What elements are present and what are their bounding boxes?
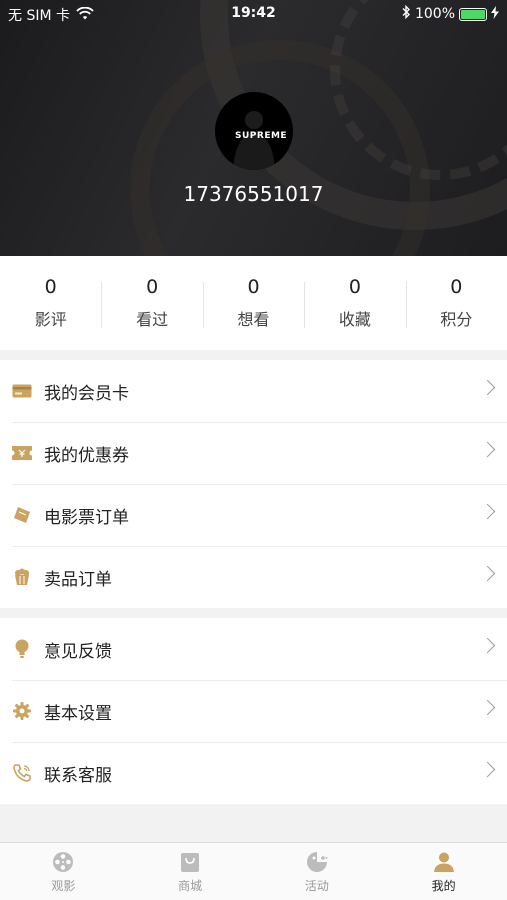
gear-icon [12,701,32,721]
menu-item-label: 意见反馈 [44,641,112,662]
stat-points[interactable]: 0 积分 [405,256,507,350]
bulb-icon [12,639,32,659]
chevron-right-icon [479,699,496,716]
menu-item-label: 卖品订单 [44,569,112,590]
menu-item-label: 联系客服 [44,765,112,786]
chevron-right-icon [479,637,496,654]
shopping-bag-icon [178,850,202,874]
stat-want-to-watch[interactable]: 0 想看 [202,256,304,350]
battery-percent: 100% [414,6,455,22]
stat-reviews[interactable]: 0 影评 [0,256,101,350]
menu-item-feedback[interactable]: 意见反馈 [0,618,507,680]
tab-mine[interactable]: 我的 [380,843,507,900]
stat-label: 影评 [34,310,67,329]
film-reel-icon [51,850,75,874]
user-phone: 17376551017 [183,182,324,206]
bluetooth-icon [401,4,411,23]
tab-bar: 观影 商城 活动 我的 [0,842,507,900]
popcorn-icon [12,567,32,587]
tab-activities[interactable]: 活动 [254,843,381,900]
menu-item-membership-card[interactable]: 我的会员卡 [0,360,507,422]
chevron-right-icon [479,761,496,778]
menu-item-label: 基本设置 [44,703,112,724]
menu-item-label: 电影票订单 [44,507,129,528]
tab-label: 我的 [431,878,456,893]
menu-group-orders: 我的会员卡 我的优惠券 电影票订单 卖品订单 [0,360,507,608]
tab-label: 观影 [51,878,76,893]
status-right: 100% [401,4,499,23]
card-icon [12,381,32,401]
tab-label: 活动 [304,878,329,893]
stats-bar: 0 影评 0 看过 0 想看 0 收藏 0 积分 [0,256,507,350]
stat-value: 0 [450,276,463,298]
profile-header: 无 SIM 卡 19:42 100% SUPREME 17376551017 [0,0,507,256]
stat-label: 看过 [136,310,169,329]
activity-icon [305,850,329,874]
chevron-right-icon [479,379,496,396]
stat-watched[interactable]: 0 看过 [101,256,202,350]
menu-item-settings[interactable]: 基本设置 [0,680,507,742]
avatar[interactable]: SUPREME [215,92,293,170]
tab-label: 商城 [178,878,203,893]
stat-value: 0 [146,276,159,298]
ticket-icon [12,505,32,525]
coupon-icon [12,443,32,463]
stat-value: 0 [44,276,57,298]
stat-value: 0 [247,276,260,298]
stat-label: 想看 [237,310,270,329]
stat-label: 积分 [440,310,473,329]
chevron-right-icon [479,441,496,458]
battery-icon [459,7,487,21]
chevron-right-icon [479,565,496,582]
menu-group-settings: 意见反馈 基本设置 联系客服 [0,618,507,804]
tab-movies[interactable]: 观影 [0,843,127,900]
charging-icon [491,5,499,23]
tab-mall[interactable]: 商城 [127,843,254,900]
status-bar: 无 SIM 卡 19:42 100% [0,0,507,28]
menu-item-coupons[interactable]: 我的优惠券 [0,422,507,484]
menu-item-label: 我的会员卡 [44,383,129,404]
menu-item-snack-orders[interactable]: 卖品订单 [0,546,507,608]
menu-item-label: 我的优惠券 [44,445,129,466]
chevron-right-icon [479,503,496,520]
phone-icon [12,763,32,783]
avatar-logo-text: SUPREME [235,131,288,141]
stat-value: 0 [348,276,361,298]
stat-favorites[interactable]: 0 收藏 [304,256,405,350]
menu-item-customer-service[interactable]: 联系客服 [0,742,507,804]
menu-item-ticket-orders[interactable]: 电影票订单 [0,484,507,546]
person-icon [432,850,456,874]
stat-label: 收藏 [338,310,371,329]
